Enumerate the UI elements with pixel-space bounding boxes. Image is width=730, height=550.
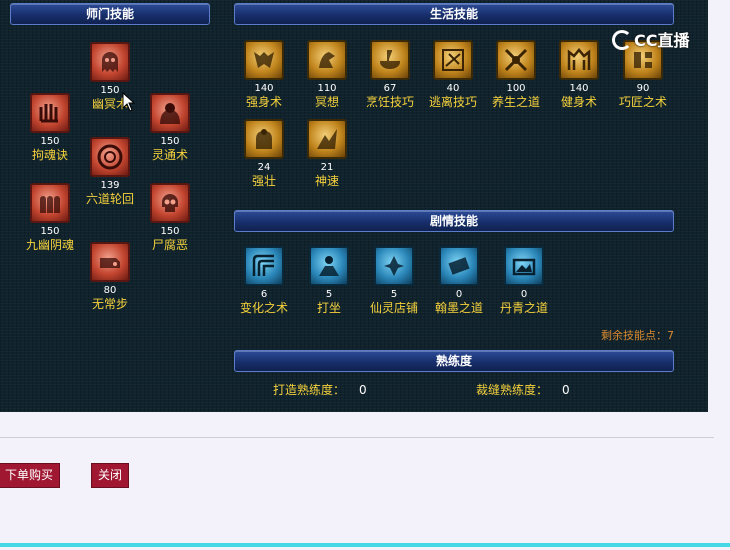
skill-name: 神速 xyxy=(314,174,339,188)
buy-button[interactable]: 下单购买 xyxy=(0,463,61,488)
mouse-cursor-icon xyxy=(122,92,136,112)
tailor-proficiency: 裁缝熟练度： 0 xyxy=(476,381,570,398)
escape-icon xyxy=(433,40,473,80)
step-icon xyxy=(90,242,130,282)
skill-level: 90 xyxy=(636,83,650,94)
cc-logo-icon xyxy=(612,30,632,50)
skill-level: 150 xyxy=(40,226,60,237)
fitness-icon xyxy=(559,40,599,80)
tailor-proficiency-label: 裁缝熟练度： xyxy=(476,383,549,397)
skill-level: 0 xyxy=(520,289,528,300)
skill-name: 巧匠之术 xyxy=(618,95,667,109)
divider xyxy=(0,437,714,438)
shop-icon xyxy=(374,246,414,286)
health-icon xyxy=(496,40,536,80)
story-skills-header: 剧情技能 xyxy=(234,210,674,232)
skill-level: 80 xyxy=(103,285,117,296)
skill-level: 150 xyxy=(160,226,180,237)
sect-skill-wuchang[interactable]: 80 无常步 xyxy=(70,242,150,311)
life-skill-shensu[interactable]: 21 神速 xyxy=(287,119,367,188)
spirit-icon xyxy=(150,93,190,133)
claw-icon xyxy=(30,93,70,133)
skill-panel: 师门技能 生活技能 150 幽冥术 150 拘魂诀 150 灵通术 139 六道… xyxy=(0,0,708,412)
watermark-text: CC直播 xyxy=(634,31,690,50)
forge-proficiency-value: 0 xyxy=(359,383,367,397)
close-button[interactable]: 关闭 xyxy=(91,463,130,488)
life-skills-header: 生活技能 xyxy=(234,3,674,25)
sect-skills-header: 师门技能 xyxy=(10,3,210,25)
painting-icon xyxy=(504,246,544,286)
tailor-proficiency-value: 0 xyxy=(562,383,570,397)
strong-icon xyxy=(244,119,284,159)
meditate-icon xyxy=(307,40,347,80)
cooking-icon xyxy=(370,40,410,80)
proficiency-header: 熟练度 xyxy=(234,350,674,372)
sit-icon xyxy=(309,246,349,286)
armor-icon xyxy=(244,40,284,80)
skill-name: 无常步 xyxy=(91,297,128,311)
watermark-logo: CC直播 xyxy=(612,27,690,51)
forge-proficiency: 打造熟练度： 0 xyxy=(273,381,367,398)
speed-icon xyxy=(307,119,347,159)
ink-icon xyxy=(439,246,479,286)
souls-icon xyxy=(30,183,70,223)
remaining-skill-points: 剩余技能点：7 xyxy=(601,329,674,342)
wheel-icon xyxy=(90,137,130,177)
skill-level: 21 xyxy=(320,162,334,173)
ghost-icon xyxy=(90,42,130,82)
skill-name: 丹青之道 xyxy=(499,301,548,315)
skull-icon xyxy=(150,183,190,223)
story-skill-danqing[interactable]: 0 丹青之道 xyxy=(484,246,564,315)
bottom-accent-bar xyxy=(0,543,730,547)
forge-proficiency-label: 打造熟练度： xyxy=(273,383,346,397)
transform-icon xyxy=(244,246,284,286)
